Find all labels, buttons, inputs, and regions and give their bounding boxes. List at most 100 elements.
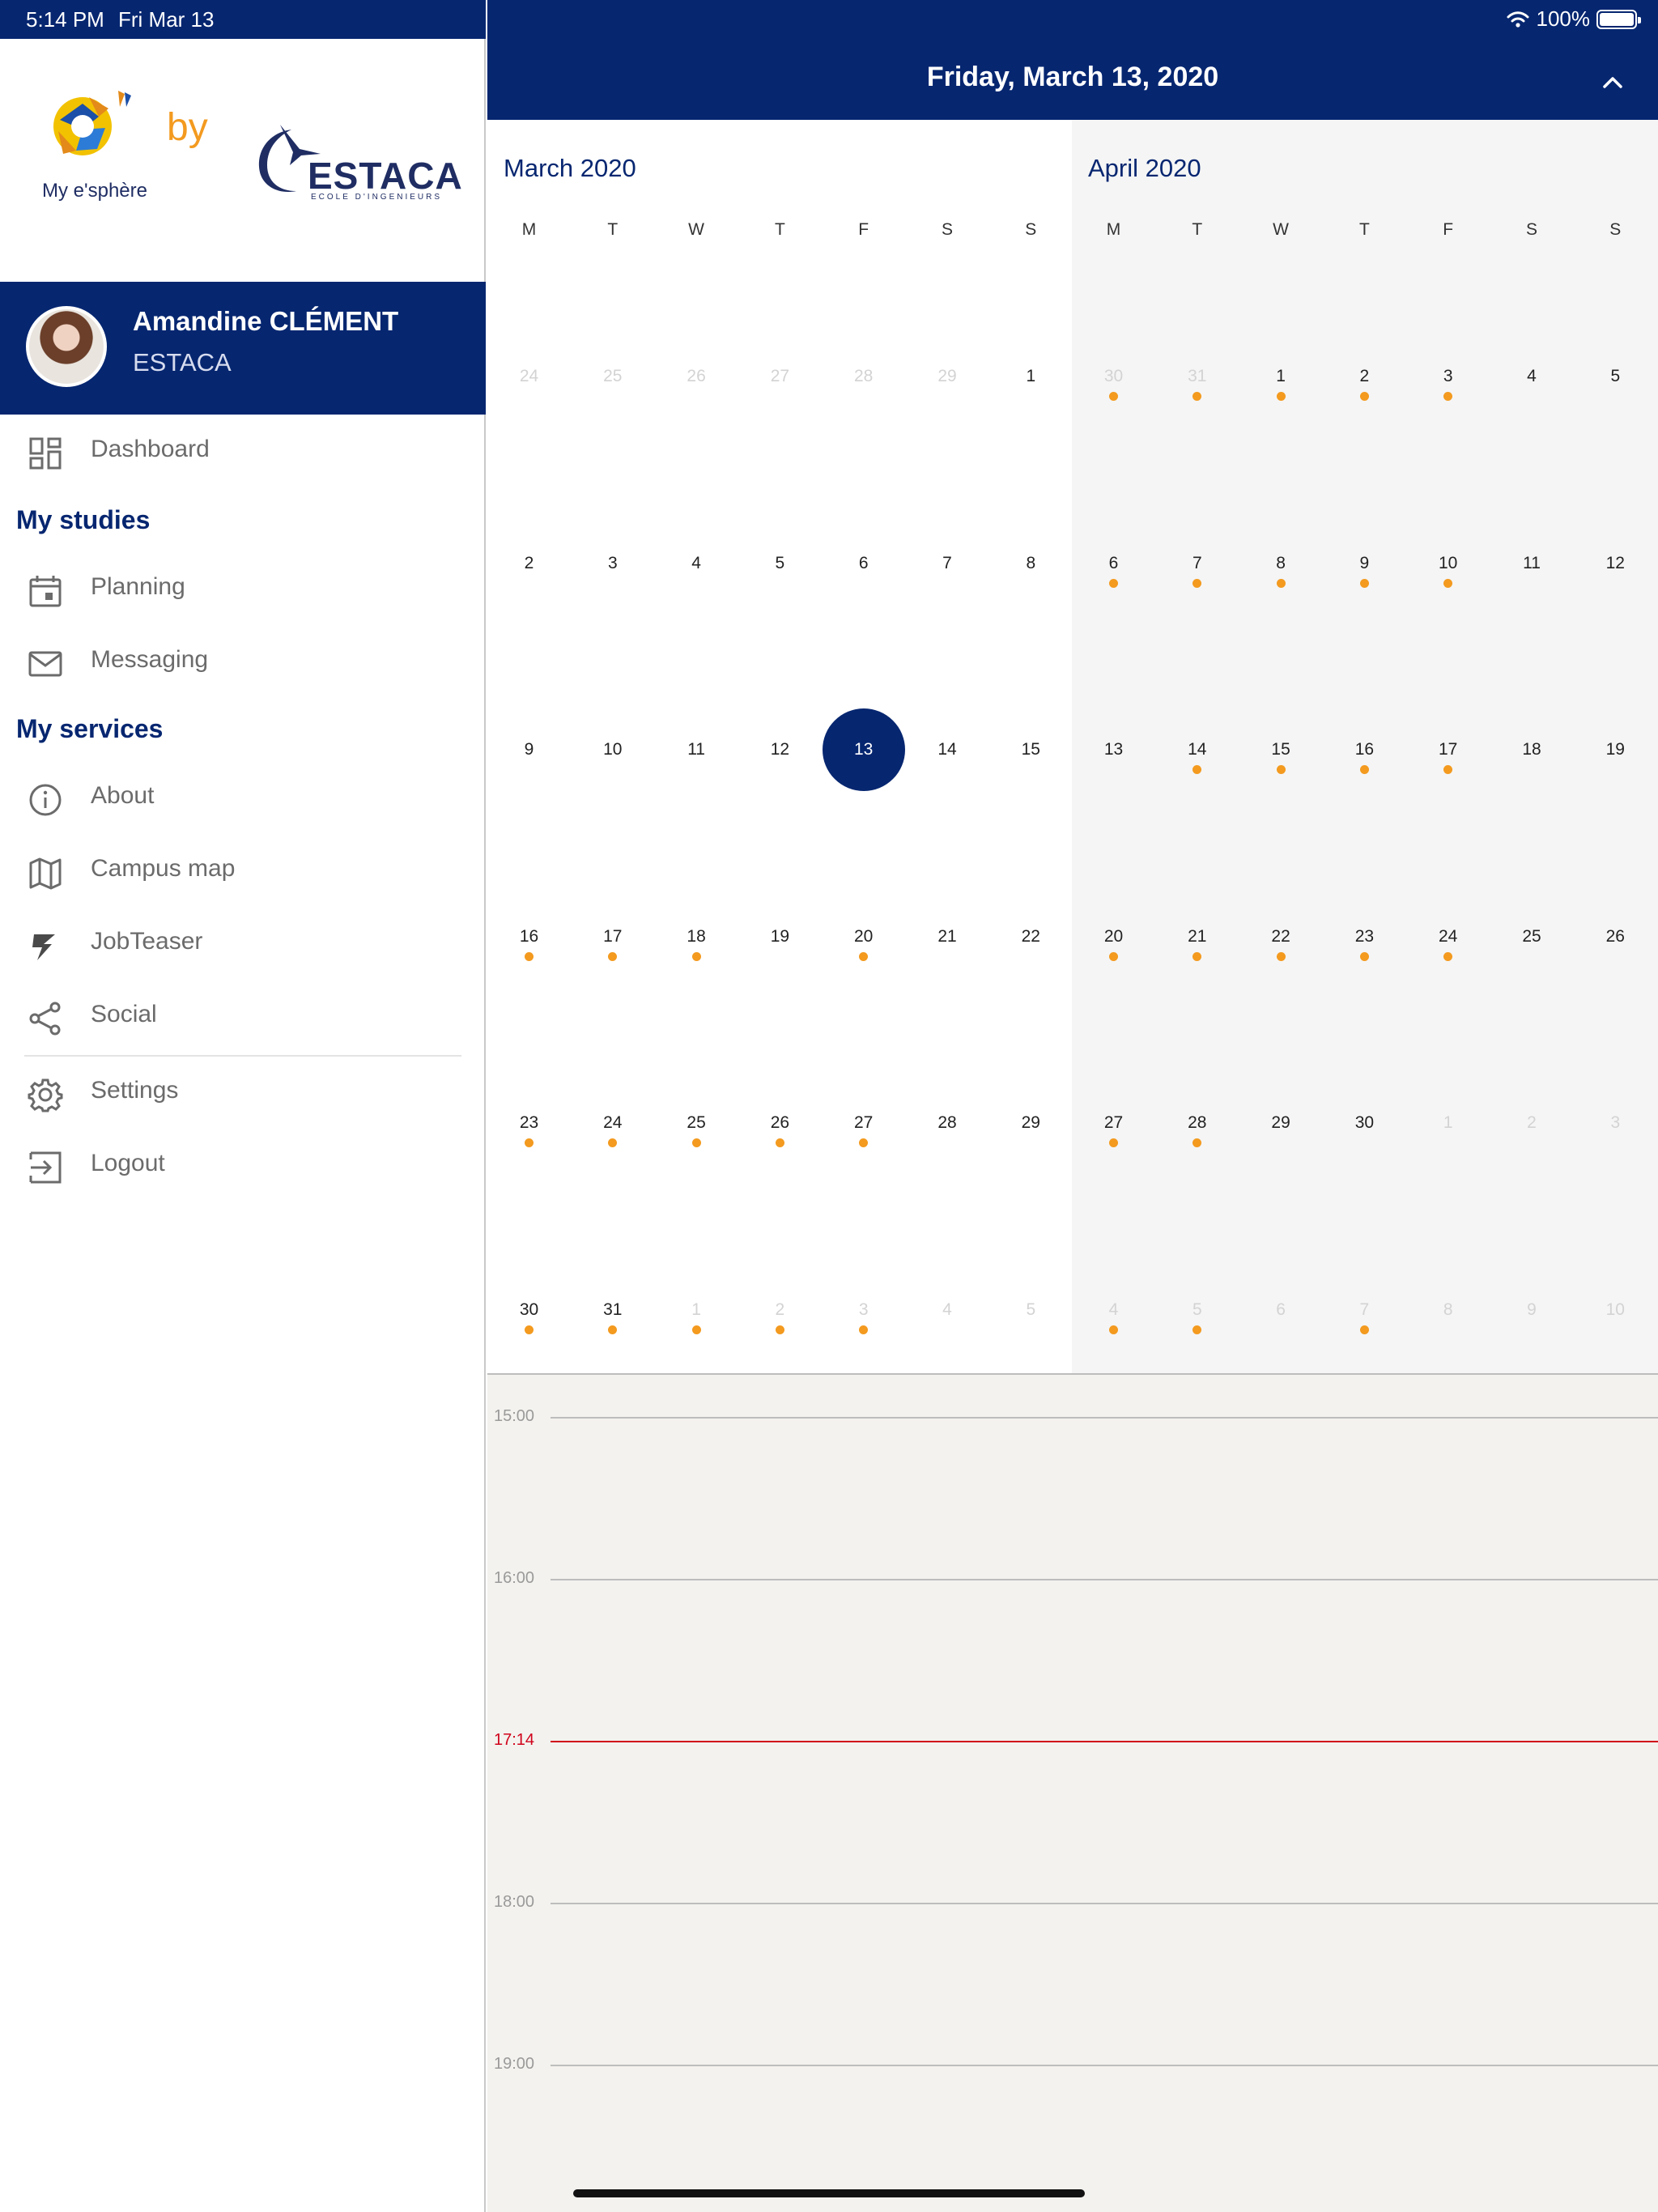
day-cell[interactable]: 4 <box>655 488 738 673</box>
day-cell[interactable]: 28 <box>822 301 905 486</box>
day-cell[interactable]: 5 <box>1574 301 1657 486</box>
day-cell[interactable]: 18 <box>1490 674 1574 859</box>
nav-item-settings[interactable]: Settings <box>0 1061 486 1125</box>
day-number: 2 <box>775 1300 785 1319</box>
event-dot <box>691 951 701 961</box>
nav-item-planning[interactable]: Planning <box>0 557 486 622</box>
day-cell[interactable]: 24 <box>571 1048 654 1232</box>
day-cell[interactable]: 21 <box>906 861 989 1046</box>
day-number: 27 <box>1103 1113 1124 1132</box>
day-cell[interactable]: 27 <box>738 301 822 486</box>
day-cell[interactable]: 26 <box>1574 861 1657 1046</box>
day-cell[interactable]: 1 <box>989 301 1073 486</box>
day-cell[interactable]: 5 <box>738 488 822 673</box>
profile-header[interactable]: Amandine CLÉMENT ESTACA <box>0 282 486 415</box>
day-cell[interactable]: 22 <box>989 861 1073 1046</box>
day-cell[interactable]: 10 <box>1406 488 1490 673</box>
day-cell[interactable]: 12 <box>738 674 822 859</box>
day-cell[interactable]: 27 <box>822 1048 905 1232</box>
day-cell[interactable]: 23 <box>487 1048 571 1232</box>
chevron-up-icon[interactable] <box>1596 66 1629 99</box>
day-number: 14 <box>1188 740 1207 759</box>
day-cell[interactable]: 2 <box>487 488 571 673</box>
day-cell[interactable]: 15 <box>989 674 1073 859</box>
nav-item-dashboard[interactable]: Dashboard <box>0 419 486 484</box>
selected-day-cell[interactable]: 13 <box>822 674 906 859</box>
day-cell[interactable]: 17 <box>1406 674 1490 859</box>
day-cell[interactable]: 6 <box>1072 488 1155 673</box>
battery-percent: 100% <box>1536 6 1591 31</box>
nav-item-social[interactable]: Social <box>0 985 486 1049</box>
event-dot <box>1192 1325 1202 1334</box>
day-cell[interactable]: 9 <box>1323 488 1406 673</box>
event-dot <box>775 1325 784 1334</box>
day-cell[interactable]: 17 <box>571 861 654 1046</box>
day-cell[interactable]: 24 <box>487 301 571 486</box>
nav-item-messaging[interactable]: Messaging <box>0 630 486 695</box>
day-cell[interactable]: 20 <box>1072 861 1155 1046</box>
day-cell[interactable]: 28 <box>1155 1048 1239 1232</box>
day-cell[interactable]: 20 <box>822 861 905 1046</box>
day-cell[interactable]: 19 <box>1574 674 1657 859</box>
map-icon <box>29 857 62 890</box>
nav-item-jobteaser[interactable]: JobTeaser <box>0 912 486 976</box>
home-indicator[interactable] <box>573 2189 1085 2197</box>
nav-item-about[interactable]: About <box>0 766 486 831</box>
day-cell[interactable]: 6 <box>822 488 905 673</box>
day-number: 23 <box>1354 926 1375 946</box>
day-number: 30 <box>1103 367 1124 385</box>
day-cell[interactable]: 29 <box>906 301 989 486</box>
nav-item-campus-map[interactable]: Campus map <box>0 839 486 904</box>
day-cell[interactable]: 13 <box>1072 674 1155 859</box>
day-cell[interactable]: 29 <box>989 1048 1073 1232</box>
day-cell[interactable]: 7 <box>1155 488 1239 673</box>
day-timeline[interactable]: 15:00 16:00 17:14 18:00 19:00 <box>487 1375 1658 2212</box>
day-cell[interactable]: 11 <box>655 674 738 859</box>
weekday-label: T <box>607 220 619 239</box>
day-cell[interactable]: 11 <box>1490 488 1574 673</box>
day-cell[interactable]: 4 <box>1490 301 1574 486</box>
day-cell[interactable]: 19 <box>738 861 822 1046</box>
day-cell[interactable]: 30 <box>1323 1048 1406 1232</box>
day-cell[interactable]: 14 <box>1155 674 1239 859</box>
day-cell[interactable]: 22 <box>1239 861 1323 1046</box>
day-cell[interactable]: 1 <box>1239 301 1323 486</box>
day-cell[interactable]: 21 <box>1155 861 1239 1046</box>
day-cell[interactable]: 26 <box>738 1048 822 1232</box>
day-cell[interactable]: 29 <box>1239 1048 1323 1232</box>
day-cell[interactable]: 31 <box>1155 301 1239 486</box>
day-cell[interactable]: 8 <box>989 488 1073 673</box>
day-cell[interactable]: 25 <box>1490 861 1574 1046</box>
day-cell[interactable]: 18 <box>655 861 738 1046</box>
day-cell[interactable]: 24 <box>1406 861 1490 1046</box>
weekday-label: S <box>1525 220 1537 239</box>
day-cell[interactable]: 28 <box>906 1048 989 1232</box>
day-cell[interactable]: 14 <box>906 674 989 859</box>
day-cell[interactable]: 16 <box>487 861 571 1046</box>
day-number: 15 <box>1271 740 1290 759</box>
day-cell[interactable]: 25 <box>655 1048 738 1232</box>
day-cell[interactable]: 27 <box>1072 1048 1155 1232</box>
nav-item-logout[interactable]: Logout <box>0 1134 486 1198</box>
day-number: 6 <box>1108 553 1119 572</box>
day-cell[interactable]: 2 <box>1490 1048 1574 1232</box>
day-cell[interactable]: 26 <box>655 301 738 486</box>
day-cell[interactable]: 15 <box>1239 674 1323 859</box>
day-cell[interactable]: 8 <box>1239 488 1323 673</box>
event-dot <box>1359 1325 1369 1334</box>
day-cell[interactable]: 3 <box>1574 1048 1657 1232</box>
day-cell[interactable]: 30 <box>1072 301 1155 486</box>
day-cell[interactable]: 3 <box>1406 301 1490 486</box>
day-cell[interactable]: 9 <box>487 674 571 859</box>
day-cell[interactable]: 1 <box>1406 1048 1490 1232</box>
day-cell[interactable]: 23 <box>1323 861 1406 1046</box>
day-cell[interactable]: 10 <box>571 674 654 859</box>
day-cell[interactable]: 3 <box>571 488 654 673</box>
day-cell[interactable]: 2 <box>1323 301 1406 486</box>
nav-label-campus-map: Campus map <box>91 855 236 882</box>
day-cell[interactable]: 12 <box>1574 488 1657 673</box>
current-time-label: 17:14 <box>494 1731 535 1749</box>
day-cell[interactable]: 16 <box>1323 674 1406 859</box>
day-cell[interactable]: 25 <box>571 301 654 486</box>
day-cell[interactable]: 7 <box>906 488 989 673</box>
